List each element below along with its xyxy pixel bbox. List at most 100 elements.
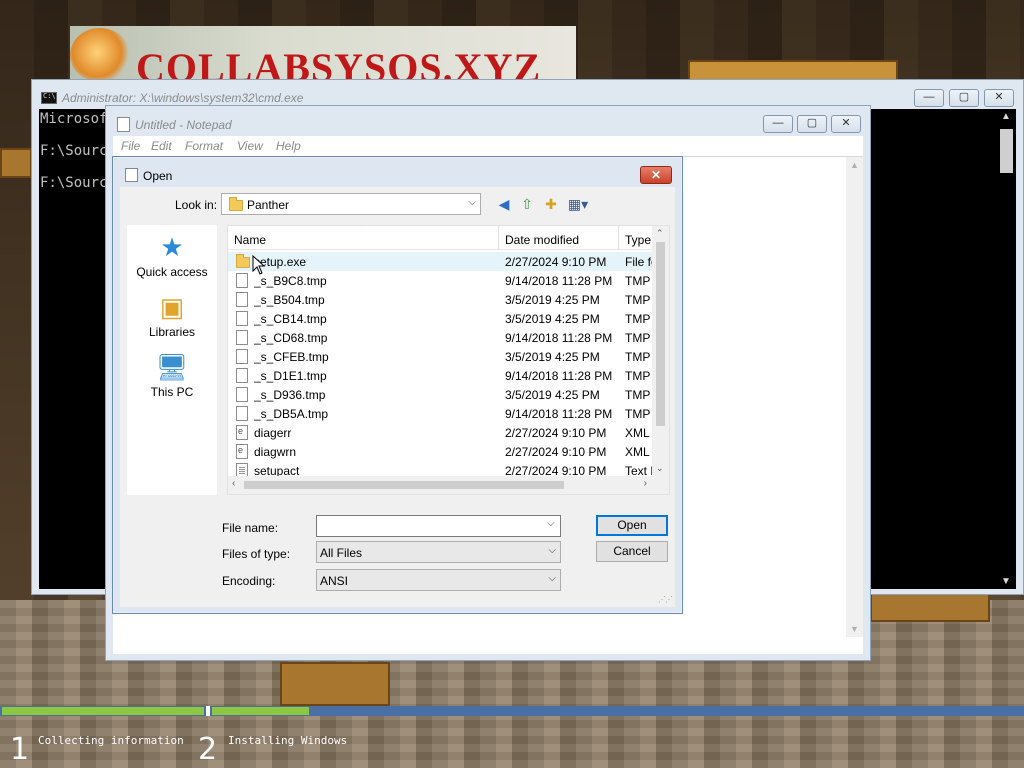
resize-grip-icon[interactable]: ⋰⋰ (658, 595, 673, 604)
file-row[interactable]: diagwrn2/27/2024 9:10 PMXML Document (228, 442, 666, 461)
look-in-value: Panther (247, 198, 290, 212)
scroll-up-icon[interactable]: ▲ (1001, 111, 1011, 122)
column-name[interactable]: Name (234, 233, 266, 247)
menu-file[interactable]: File (121, 139, 140, 153)
look-in-dropdown[interactable]: Panther ⌵ (221, 193, 481, 215)
file-name: _s_D936.tmp (254, 388, 326, 402)
encoding-value: ANSI (320, 574, 349, 588)
cmd-scroll-thumb[interactable] (1000, 129, 1013, 173)
xml-file-icon (236, 425, 248, 440)
encoding-dropdown[interactable]: ANSI ⌵ (316, 569, 561, 591)
file-list-hscrollbar[interactable]: ‹ › (228, 476, 669, 494)
file-date: 2/27/2024 9:10 PM (505, 255, 607, 269)
star-icon: ★ (160, 232, 184, 262)
computer-icon: 🖥 (155, 352, 189, 382)
chevron-down-icon[interactable]: ⌵ (468, 197, 476, 208)
libraries-icon: ▣ (159, 292, 185, 322)
menu-edit[interactable]: Edit (151, 139, 172, 153)
file-icon (236, 273, 248, 288)
background-crate (280, 662, 390, 706)
notepad-minimize-button[interactable]: — (763, 115, 793, 133)
cancel-button[interactable]: Cancel (596, 541, 668, 562)
menu-view[interactable]: View (237, 139, 263, 153)
file-list-vscrollbar[interactable]: ⌃ ⌄ (652, 226, 669, 476)
file-row[interactable]: _s_B504.tmp3/5/2019 4:25 PMTMP File (228, 290, 666, 309)
file-date: 9/14/2018 11:28 PM (505, 407, 613, 421)
file-date: 2/27/2024 9:10 PM (505, 445, 607, 459)
notepad-maximize-button[interactable]: ▢ (797, 115, 827, 133)
step-label: Collecting information (38, 734, 184, 747)
chevron-down-icon[interactable]: ⌵ (548, 545, 556, 556)
place-label: Quick access (136, 265, 208, 279)
file-date: 9/14/2018 11:28 PM (505, 331, 613, 345)
file-name: _s_B9C8.tmp (254, 274, 327, 288)
cmd-maximize-button[interactable]: ▢ (949, 89, 979, 107)
step1-progress-fill (2, 707, 204, 715)
scroll-thumb[interactable] (244, 481, 564, 489)
scroll-down-icon[interactable]: ▼ (1001, 576, 1011, 587)
dialog-title: Open (143, 169, 173, 183)
notepad-scrollbar[interactable]: ▲ ▼ (846, 157, 863, 637)
scroll-up-icon[interactable]: ⌃ (656, 228, 664, 239)
file-row[interactable]: _s_DB5A.tmp9/14/2018 11:28 PMTMP File (228, 404, 666, 423)
cmd-minimize-button[interactable]: — (914, 89, 944, 107)
column-separator[interactable] (618, 226, 619, 250)
up-folder-icon[interactable]: ⇧ (517, 195, 537, 213)
step2-progress-fill (212, 707, 309, 715)
file-date: 2/27/2024 9:10 PM (505, 426, 607, 440)
new-folder-icon[interactable]: ✚ (541, 195, 561, 213)
cmd-close-button[interactable]: ✕ (984, 89, 1014, 107)
place-quick-access[interactable]: ★ Quick access (127, 233, 217, 279)
dialog-close-button[interactable]: ✕ (640, 166, 672, 184)
file-date: 3/5/2019 4:25 PM (505, 350, 600, 364)
file-date: 9/14/2018 11:28 PM (505, 369, 613, 383)
notepad-title: Untitled - Notepad (135, 118, 232, 132)
notepad-app-icon (117, 117, 130, 132)
file-name: _s_CB14.tmp (254, 312, 327, 326)
file-row[interactable]: _s_CD68.tmp9/14/2018 11:28 PMTMP File (228, 328, 666, 347)
file-icon (236, 292, 248, 307)
places-bar: ★ Quick access ▣ Libraries 🖥 This PC (127, 225, 217, 495)
column-date-modified[interactable]: Date modified (505, 233, 579, 247)
setup-progress-track (0, 706, 1024, 716)
menu-format[interactable]: Format (185, 139, 223, 153)
scroll-down-icon[interactable]: ▼ (850, 624, 859, 634)
file-name: setup.exe (254, 255, 307, 269)
file-name-input[interactable] (316, 515, 561, 537)
files-of-type-value: All Files (320, 546, 363, 560)
scroll-thumb[interactable] (656, 242, 665, 426)
scroll-right-icon[interactable]: › (644, 478, 647, 489)
file-row[interactable]: setup.exe2/27/2024 9:10 PMFile folder (228, 252, 666, 271)
place-this-pc[interactable]: 🖥 This PC (127, 353, 217, 399)
scroll-left-icon[interactable]: ‹ (232, 478, 235, 489)
open-button[interactable]: Open (596, 515, 668, 536)
file-list[interactable]: ⌃ Name Date modified Type setup.exe 2/27/… (227, 225, 670, 495)
background-lantern (70, 28, 130, 82)
scroll-up-icon[interactable]: ▲ (850, 160, 859, 170)
place-libraries[interactable]: ▣ Libraries (127, 293, 217, 339)
notepad-close-button[interactable]: ✕ (831, 115, 861, 133)
menu-help[interactable]: Help (276, 139, 301, 153)
column-separator[interactable] (498, 226, 499, 250)
file-row[interactable]: _s_D936.tmp3/5/2019 4:25 PMTMP File (228, 385, 666, 404)
chevron-down-icon[interactable]: ⌵ (548, 573, 556, 584)
cmd-scrollbar[interactable]: ▲ ▼ (998, 109, 1016, 589)
place-label: This PC (150, 385, 194, 399)
step-label: Installing Windows (228, 734, 348, 747)
files-of-type-dropdown[interactable]: All Files ⌵ (316, 541, 561, 563)
file-row[interactable]: _s_B9C8.tmp9/14/2018 11:28 PMTMP File (228, 271, 666, 290)
column-type[interactable]: Type (625, 233, 651, 247)
file-row[interactable]: _s_CFEB.tmp3/5/2019 4:25 PMTMP File (228, 347, 666, 366)
file-date: 3/5/2019 4:25 PM (505, 293, 600, 307)
file-row[interactable]: diagerr2/27/2024 9:10 PMXML Document (228, 423, 666, 442)
back-icon[interactable]: ◀ (494, 195, 514, 213)
open-dialog[interactable]: Open ✕ Look in: Panther ⌵ ◀ ⇧ ✚ ▦▾ ★ Qui… (112, 156, 683, 614)
file-icon (236, 349, 248, 364)
dialog-app-icon (125, 168, 138, 182)
encoding-label: Encoding: (222, 574, 276, 588)
file-row[interactable]: _s_CB14.tmp3/5/2019 4:25 PMTMP File (228, 309, 666, 328)
scroll-down-icon[interactable]: ⌄ (656, 463, 664, 474)
file-row[interactable]: _s_D1E1.tmp9/14/2018 11:28 PMTMP File (228, 366, 666, 385)
view-menu-icon[interactable]: ▦▾ (565, 195, 591, 213)
step-number: 2 (198, 732, 218, 767)
